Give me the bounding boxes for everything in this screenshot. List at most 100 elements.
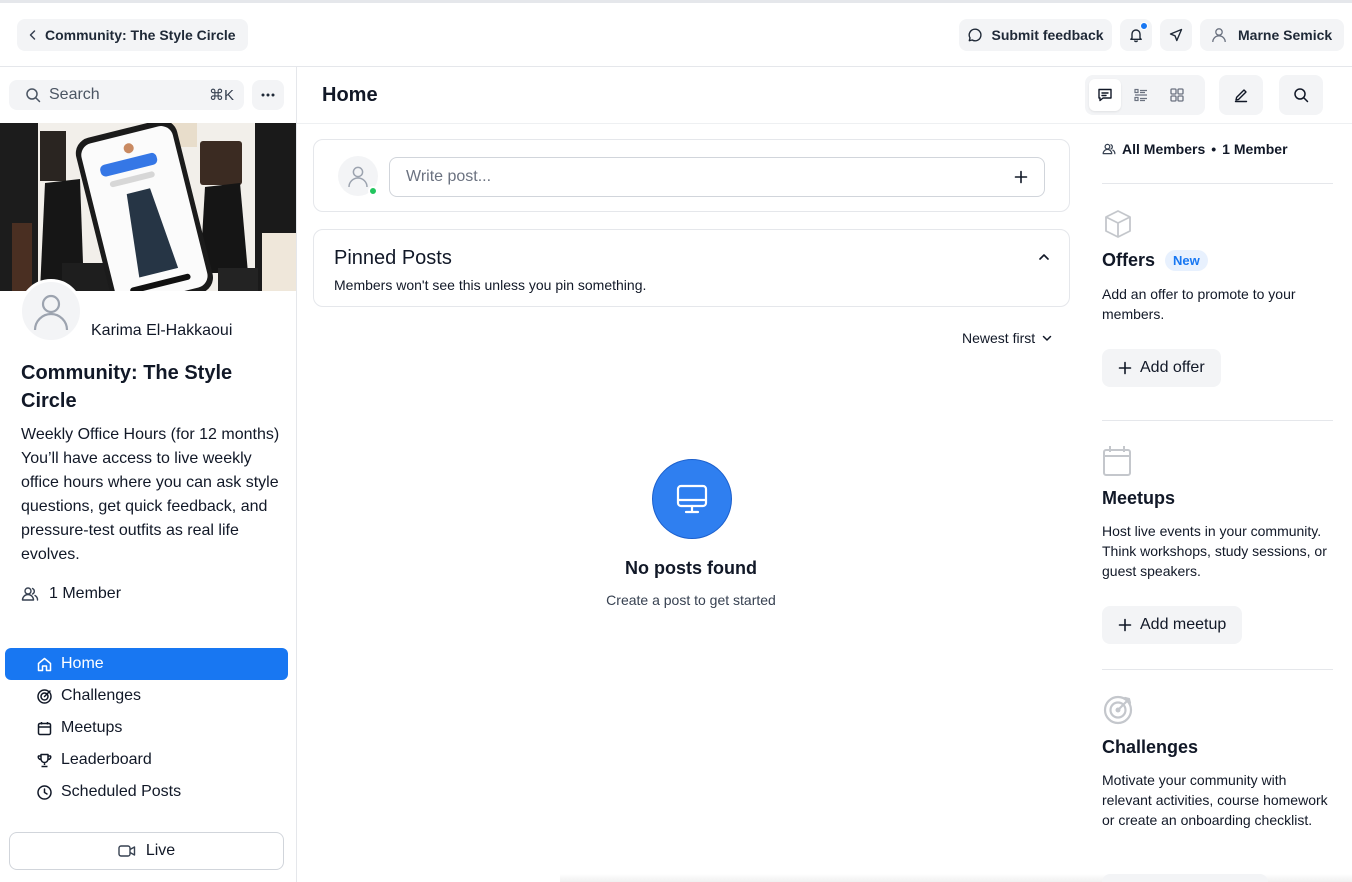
post-composer: Write post... — [313, 139, 1070, 212]
video-camera-icon — [118, 845, 136, 857]
feed-view-button[interactable] — [1089, 79, 1121, 111]
owner-name: Karima El-Hakkaoui — [91, 322, 233, 339]
search-icon — [1294, 88, 1309, 103]
challenges-title: Challenges — [1102, 737, 1199, 757]
pinned-posts-panel: Pinned Posts Members won't see this unle… — [313, 229, 1070, 307]
chevron-up-icon[interactable] — [1037, 250, 1051, 264]
trophy-icon — [37, 753, 52, 767]
audience-count: 1 Member — [1222, 141, 1288, 157]
community-title: Community: The Style Circle — [21, 362, 233, 412]
grid-icon — [1170, 88, 1184, 102]
page-title: Home — [322, 84, 378, 106]
owner-avatar[interactable] — [19, 279, 83, 343]
submit-feedback-button[interactable]: Submit feedback — [959, 19, 1112, 51]
user-menu-button[interactable]: Marne Semick — [1200, 19, 1344, 51]
pencil-icon — [1234, 89, 1248, 103]
breadcrumb-back-button[interactable]: Community: The Style Circle — [17, 19, 248, 51]
list-view-button[interactable] — [1125, 79, 1157, 111]
home-icon — [37, 657, 52, 671]
challenges-description: Motivate your community with relevant ac… — [1102, 772, 1328, 828]
sidebar-nav: Home Challenges Meetups Leaderboard Sche… — [5, 648, 288, 808]
add-meetup-label: Add meetup — [1140, 616, 1227, 633]
audience-selector[interactable]: All Members • 1 Member — [1102, 141, 1288, 157]
sidebar-item-challenges[interactable]: Challenges — [5, 680, 288, 712]
pinned-posts-title: Pinned Posts — [334, 247, 452, 269]
top-bar: Community: The Style Circle Submit feedb… — [0, 3, 1352, 67]
meetups-description: Host live events in your community. Thin… — [1102, 523, 1327, 579]
search-posts-button[interactable] — [1279, 75, 1323, 115]
offers-description: Add an offer to promote to your members. — [1102, 286, 1296, 322]
empty-state-icon — [652, 459, 732, 539]
divider — [1102, 669, 1333, 670]
more-options-button[interactable] — [252, 80, 284, 110]
chevron-left-icon — [29, 30, 36, 40]
plus-icon[interactable] — [1014, 170, 1028, 184]
new-badge: New — [1165, 250, 1208, 271]
add-meetup-button[interactable]: Add meetup — [1102, 606, 1243, 644]
write-post-input[interactable]: Write post... — [389, 157, 1045, 197]
divider — [1102, 183, 1333, 184]
search-icon — [26, 88, 41, 103]
monitor-icon — [676, 484, 708, 514]
sidebar-item-meetups[interactable]: Meetups — [5, 712, 288, 744]
go-live-label: Live — [145, 842, 176, 859]
sidebar-search-input[interactable]: Search ⌘K — [9, 80, 244, 110]
notification-dot — [1140, 22, 1148, 30]
community-description: Weekly Office Hours (for 12 months) You’… — [21, 426, 280, 563]
add-challenge-button[interactable] — [1102, 874, 1268, 882]
user-placeholder-icon — [33, 294, 69, 331]
pinned-posts-description: Members won't see this unless you pin so… — [334, 277, 647, 293]
offers-title-row: Offers New — [1102, 250, 1208, 271]
member-count[interactable]: 1 Member — [21, 585, 121, 603]
meetups-title: Meetups — [1102, 488, 1176, 508]
bullet-separator: • — [1211, 141, 1217, 157]
search-shortcut: ⌘K — [208, 87, 234, 104]
community-cover-image — [0, 123, 296, 291]
empty-state-title: No posts found — [625, 558, 757, 578]
cursor-arrow-icon — [1169, 28, 1183, 42]
sidebar-item-label: Home — [61, 655, 104, 672]
online-status-dot — [368, 186, 378, 196]
view-toggle-group — [1085, 75, 1205, 115]
members-icon — [21, 587, 39, 601]
plus-icon — [1118, 361, 1132, 375]
calendar-icon — [37, 721, 52, 735]
submit-feedback-label: Submit feedback — [991, 27, 1104, 43]
plus-icon — [1118, 618, 1132, 632]
add-offer-label: Add offer — [1140, 359, 1205, 376]
offers-title: Offers — [1102, 250, 1156, 270]
sidebar-item-leaderboard[interactable]: Leaderboard — [5, 744, 288, 776]
breadcrumb-label: Community: The Style Circle — [45, 27, 236, 43]
sidebar: Search ⌘K Karima El-Hakkaoui Community: … — [0, 67, 297, 882]
write-post-placeholder: Write post... — [406, 168, 492, 185]
user-icon — [1212, 28, 1226, 43]
ellipsis-icon — [261, 93, 275, 97]
user-placeholder-icon — [348, 166, 368, 188]
notifications-button[interactable] — [1120, 19, 1152, 51]
calendar-icon — [1103, 446, 1131, 476]
sidebar-item-label: Challenges — [61, 687, 142, 704]
sidebar-item-label: Scheduled Posts — [61, 783, 182, 800]
sort-label: Newest first — [962, 330, 1036, 346]
clock-icon — [37, 784, 52, 800]
list-icon — [1134, 88, 1147, 102]
sidebar-item-home[interactable]: Home — [5, 648, 288, 680]
edit-button[interactable] — [1219, 75, 1263, 115]
empty-state-subtitle: Create a post to get started — [606, 592, 776, 608]
add-offer-button[interactable]: Add offer — [1102, 349, 1221, 387]
go-live-button[interactable]: Live — [9, 832, 284, 870]
chevron-down-icon — [1042, 335, 1052, 341]
sidebar-item-label: Leaderboard — [61, 751, 152, 768]
search-placeholder: Search — [49, 86, 100, 103]
divider — [1102, 420, 1333, 421]
send-button[interactable] — [1160, 19, 1192, 51]
audience-label: All Members — [1122, 141, 1206, 157]
grid-view-button[interactable] — [1161, 79, 1193, 111]
main-header: Home — [297, 67, 1352, 124]
user-name: Marne Semick — [1238, 27, 1333, 43]
members-icon — [1102, 143, 1116, 155]
sidebar-item-label: Meetups — [61, 719, 123, 736]
sidebar-item-scheduled-posts[interactable]: Scheduled Posts — [5, 776, 288, 808]
sort-dropdown[interactable]: Newest first — [962, 330, 1053, 346]
chat-bubble-icon — [969, 28, 983, 42]
